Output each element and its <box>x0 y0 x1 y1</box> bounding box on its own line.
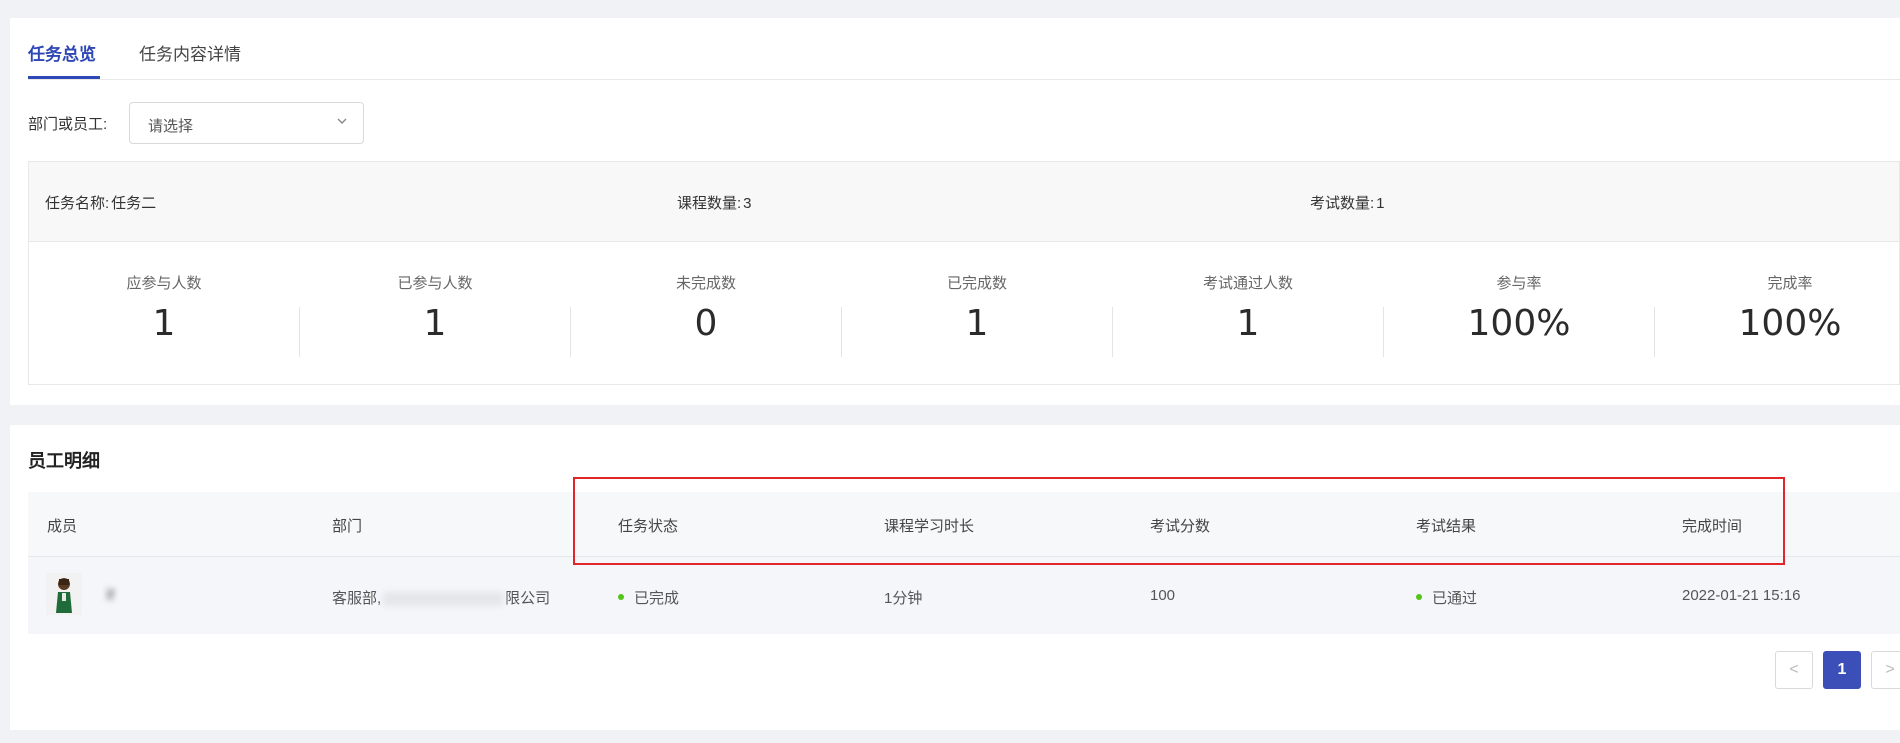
exam-result-cell: 已通过 <box>1416 587 1477 608</box>
chevron-down-icon <box>337 118 347 124</box>
stat-label: 参与率 <box>1496 275 1542 292</box>
stat-label: 已参与人数 <box>397 275 473 292</box>
stat-label: 已完成数 <box>946 275 1007 292</box>
column-header-member: 成员 <box>47 518 78 535</box>
course-count-label: 课程数量: <box>677 195 742 212</box>
department-cell: 客服部, 限公司 <box>332 587 550 608</box>
stat-value: 1 <box>423 303 447 344</box>
column-header-exam-result: 考试结果 <box>1416 518 1477 535</box>
department-suffix: 限公司 <box>505 590 551 607</box>
pagination-prev-button[interactable]: < <box>1775 651 1813 689</box>
employee-detail-card: 员工明细 成员 部门 任务状态 课程学习时长 考试分数 考试结果 完成时间 İf… <box>10 425 1900 730</box>
exam-result: 已通过 <box>1432 590 1478 607</box>
stat-value: 0 <box>694 303 718 344</box>
member-name: İf <box>106 587 115 604</box>
task-name: 任务名称: 任务二 <box>45 192 156 213</box>
select-placeholder: 请选择 <box>148 118 194 135</box>
task-overview-card: 任务总览 任务内容详情 部门或员工: 请选择 任务名称: 任务二 课程数量: 3 考… <box>10 18 1900 405</box>
filter-label: 部门或员工: <box>28 116 108 133</box>
stat-completed: 已完成数 1 <box>842 272 1112 344</box>
avatar <box>46 573 82 615</box>
course-count-value: 3 <box>743 195 752 212</box>
exam-count-value: 1 <box>1376 195 1385 212</box>
study-duration: 1分钟 <box>884 590 923 607</box>
exam-score: 100 <box>1150 587 1176 604</box>
department-prefix: 客服部, <box>332 590 382 607</box>
completion-time: 2022-01-21 15:16 <box>1682 587 1801 604</box>
stat-expected-participants: 应参与人数 1 <box>29 272 299 344</box>
task-name-label: 任务名称: <box>45 195 110 212</box>
stat-completion-rate: 完成率 100% <box>1655 272 1900 344</box>
section-title: 员工明细 <box>28 451 100 471</box>
task-status-cell: 已完成 <box>618 587 679 608</box>
stat-value: 100% <box>1738 303 1842 344</box>
task-summary-panel: 任务名称: 任务二 课程数量: 3 考试数量: 1 应参与人数 1 已参与人数 1 未… <box>28 161 1900 385</box>
column-header-department: 部门 <box>332 518 363 535</box>
stat-value: 1 <box>1236 303 1260 344</box>
stat-participation-rate: 参与率 100% <box>1384 272 1654 344</box>
exam-count-label: 考试数量: <box>1310 195 1375 212</box>
task-info-row: 任务名称: 任务二 课程数量: 3 考试数量: 1 <box>29 162 1899 242</box>
column-header-task-status: 任务状态 <box>618 518 679 535</box>
stat-participated: 已参与人数 1 <box>300 272 570 344</box>
stat-value: 1 <box>152 303 176 344</box>
status-dot-icon <box>618 594 624 601</box>
pagination-page-button[interactable]: 1 <box>1823 651 1861 689</box>
column-header-exam-score: 考试分数 <box>1150 518 1211 535</box>
status-dot-icon <box>1416 594 1422 601</box>
stat-exam-passed: 考试通过人数 1 <box>1113 272 1383 344</box>
stat-label: 完成率 <box>1767 275 1813 292</box>
stat-label: 应参与人数 <box>126 275 202 292</box>
task-status: 已完成 <box>634 590 680 607</box>
stat-value: 100% <box>1467 303 1571 344</box>
stat-value: 1 <box>965 303 989 344</box>
redacted-text <box>383 592 504 607</box>
stat-label: 未完成数 <box>675 275 736 292</box>
pagination-next-button[interactable]: > <box>1871 651 1900 689</box>
exam-count: 考试数量: 1 <box>1310 192 1385 213</box>
stat-label: 考试通过人数 <box>1202 275 1293 292</box>
tab-task-overview[interactable]: 任务总览 <box>28 40 96 65</box>
column-header-completion-time: 完成时间 <box>1682 518 1743 535</box>
task-name-value: 任务二 <box>111 195 157 212</box>
tab-bar: 任务总览 任务内容详情 <box>28 18 1900 80</box>
active-tab-indicator <box>28 76 100 79</box>
column-header-study-duration: 课程学习时长 <box>884 518 975 535</box>
table-row[interactable]: İf 客服部, 限公司 已完成 1分钟 100 已通过 2022-01-21 15… <box>28 557 1900 634</box>
course-count: 课程数量: 3 <box>677 192 752 213</box>
stat-incomplete: 未完成数 0 <box>571 272 841 344</box>
table-header: 成员 部门 任务状态 课程学习时长 考试分数 考试结果 完成时间 <box>28 492 1900 557</box>
tab-task-content-detail[interactable]: 任务内容详情 <box>139 40 241 65</box>
department-employee-select[interactable]: 请选择 <box>129 102 364 144</box>
